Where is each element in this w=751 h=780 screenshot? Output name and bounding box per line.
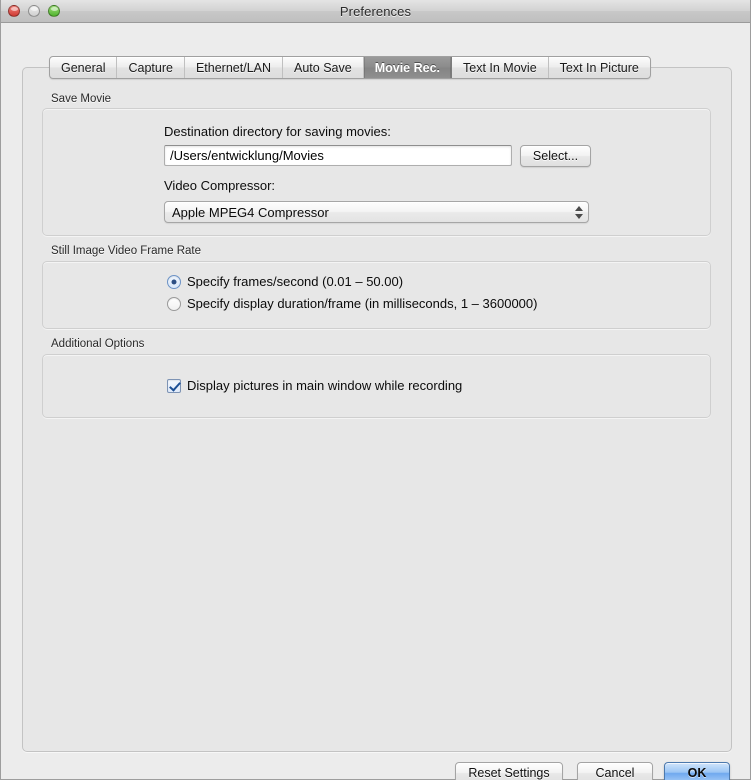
close-button[interactable]: [8, 5, 20, 17]
group-label-save-movie: Save Movie: [51, 93, 111, 105]
checkbox-display-pictures-row[interactable]: Display pictures in main window while re…: [167, 378, 462, 393]
ok-button[interactable]: OK: [664, 762, 730, 780]
radio-label-display-duration: Specify display duration/frame (in milli…: [187, 296, 537, 311]
tab-capture[interactable]: Capture: [117, 57, 184, 78]
destination-directory-input[interactable]: /Users/entwicklung/Movies: [164, 145, 512, 166]
video-compressor-value: Apple MPEG4 Compressor: [172, 205, 329, 220]
chevron-up-icon: [575, 206, 583, 211]
radio-specify-frames-per-second[interactable]: Specify frames/second (0.01 – 50.00): [167, 274, 403, 289]
window-content: General Capture Ethernet/LAN Auto Save M…: [1, 23, 750, 779]
zoom-button[interactable]: [48, 5, 60, 17]
group-label-frame-rate: Still Image Video Frame Rate: [51, 245, 201, 257]
radio-button-unselected-icon[interactable]: [167, 297, 181, 311]
checkbox-checked-icon[interactable]: [167, 379, 181, 393]
radio-label-frames-per-second: Specify frames/second (0.01 – 50.00): [187, 274, 403, 289]
title-bar: Preferences: [1, 0, 750, 23]
chevron-down-icon: [575, 214, 583, 219]
tab-auto-save[interactable]: Auto Save: [283, 57, 364, 78]
stepper-arrows-icon[interactable]: [574, 204, 583, 220]
checkbox-label-display-pictures: Display pictures in main window while re…: [187, 378, 462, 393]
video-compressor-select[interactable]: Apple MPEG4 Compressor: [164, 201, 589, 223]
group-label-additional-options: Additional Options: [51, 338, 144, 350]
tab-movie-rec[interactable]: Movie Rec.: [364, 57, 452, 78]
minimize-button[interactable]: [28, 5, 40, 17]
window-title: Preferences: [1, 4, 750, 19]
cancel-button[interactable]: Cancel: [577, 762, 653, 780]
tab-bar: General Capture Ethernet/LAN Auto Save M…: [49, 56, 651, 79]
video-compressor-label: Video Compressor:: [164, 178, 275, 193]
tab-text-in-movie[interactable]: Text In Movie: [452, 57, 549, 78]
radio-specify-display-duration[interactable]: Specify display duration/frame (in milli…: [167, 296, 537, 311]
tab-ethernet-lan[interactable]: Ethernet/LAN: [185, 57, 283, 78]
window-controls: [8, 5, 60, 17]
select-directory-button[interactable]: Select...: [520, 145, 591, 167]
tab-general[interactable]: General: [50, 57, 117, 78]
reset-settings-button[interactable]: Reset Settings: [455, 762, 563, 780]
tab-text-in-picture[interactable]: Text In Picture: [549, 57, 650, 78]
destination-directory-label: Destination directory for saving movies:: [164, 124, 391, 139]
radio-button-selected-icon[interactable]: [167, 275, 181, 289]
group-box-frame-rate: [42, 261, 711, 329]
preferences-window: Preferences General Capture Ethernet/LAN…: [0, 0, 751, 780]
